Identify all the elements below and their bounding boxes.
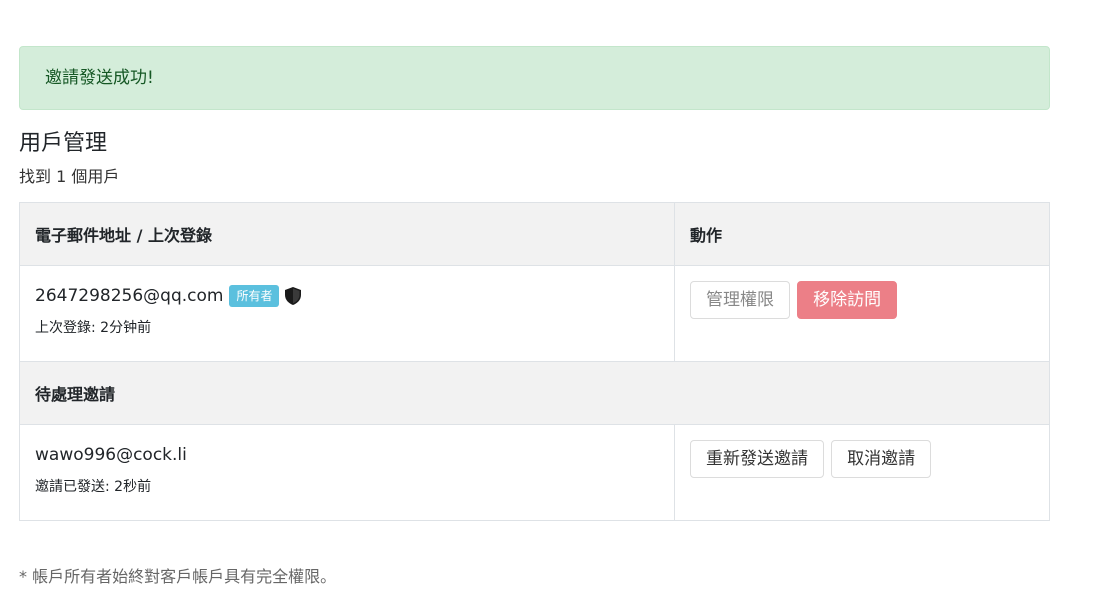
table-header-row: 電子郵件地址 / 上次登錄 動作 xyxy=(19,202,1050,266)
invite-sent-time: 邀請已發送: 2秒前 xyxy=(35,479,152,495)
cancel-invite-button[interactable]: 取消邀請 xyxy=(831,440,932,478)
invite-email: wawo996@cock.li xyxy=(35,445,187,465)
page-title: 用戶管理 xyxy=(19,131,108,156)
table-row: 2647298256@qq.com 所有者 上次登錄: 2分钟前 管理權限 移除… xyxy=(19,265,1050,362)
success-alert: 邀請發送成功! xyxy=(19,46,1050,110)
success-alert-message: 邀請發送成功! xyxy=(45,68,154,88)
user-count: 找到 1 個用戶 xyxy=(19,167,120,186)
user-email-line: 2647298256@qq.com 所有者 xyxy=(35,284,659,308)
header-actions: 動作 xyxy=(674,202,1050,266)
pending-invites-title: 待處理邀請 xyxy=(19,361,1050,425)
main-container: 邀請發送成功! 用戶管理 找到 1 個用戶 電子郵件地址 / 上次登錄 動作 2… xyxy=(19,46,1050,521)
invite-actions-cell: 重新發送邀請 取消邀請 xyxy=(674,424,1050,521)
manage-permissions-button[interactable]: 管理權限 xyxy=(690,281,790,319)
last-login: 上次登錄: 2分钟前 xyxy=(35,320,152,336)
shield-icon xyxy=(285,287,302,305)
user-actions-cell: 管理權限 移除訪問 xyxy=(674,265,1050,362)
table-row: wawo996@cock.li 邀請已發送: 2秒前 重新發送邀請 取消邀請 xyxy=(19,424,1050,521)
user-info-cell: 2647298256@qq.com 所有者 上次登錄: 2分钟前 xyxy=(19,265,675,362)
pending-invites-section-row: 待處理邀請 xyxy=(19,361,1050,425)
invite-email-line: wawo996@cock.li xyxy=(35,443,659,467)
users-table: 電子郵件地址 / 上次登錄 動作 2647298256@qq.com 所有者 上… xyxy=(19,202,1050,521)
owner-badge: 所有者 xyxy=(229,285,280,307)
user-email: 2647298256@qq.com xyxy=(35,286,224,306)
owner-footnote: * 帳戶所有者始終對客戶帳戶具有完全權限。 xyxy=(19,567,337,586)
remove-access-button[interactable]: 移除訪問 xyxy=(797,281,898,319)
resend-invite-button[interactable]: 重新發送邀請 xyxy=(690,440,824,478)
invite-info-cell: wawo996@cock.li 邀請已發送: 2秒前 xyxy=(19,424,675,521)
header-email: 電子郵件地址 / 上次登錄 xyxy=(19,202,675,266)
